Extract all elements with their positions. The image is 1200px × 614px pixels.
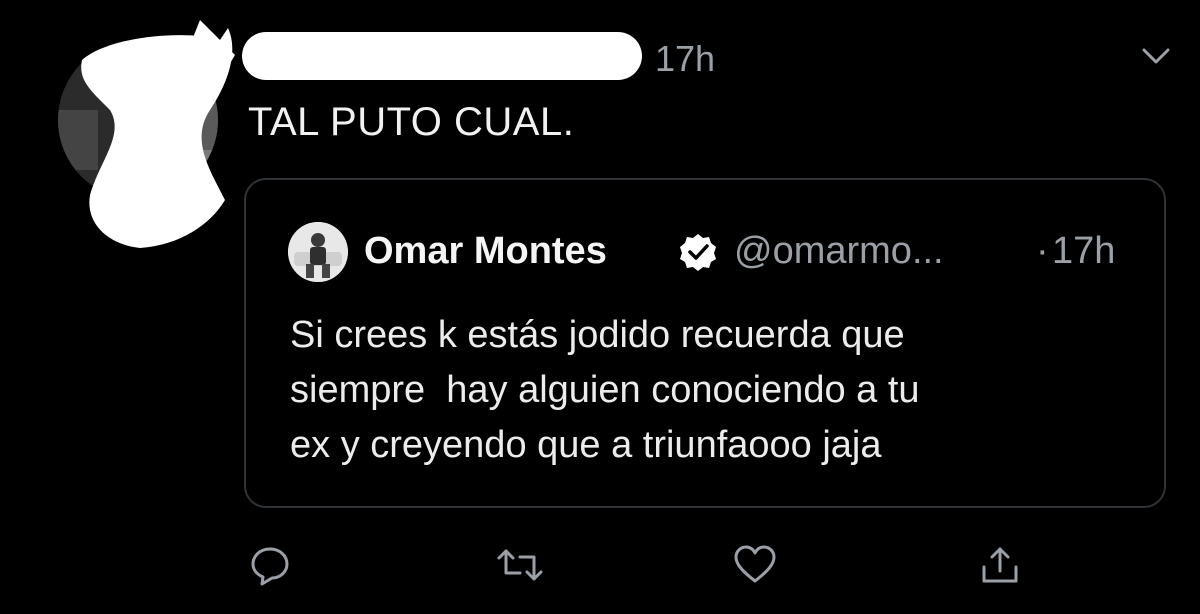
redaction-scribble	[81, 20, 235, 248]
chevron-down-icon[interactable]	[1138, 38, 1174, 79]
quoted-handle[interactable]: @omarmo...	[734, 230, 944, 273]
redaction-bar	[242, 32, 642, 80]
tweet-time[interactable]: 17h	[655, 38, 715, 80]
tweet-text: TAL PUTO CUAL.	[248, 100, 575, 144]
quoted-avatar[interactable]	[288, 222, 348, 282]
quoted-author-name[interactable]: Omar Montes	[364, 230, 607, 273]
separator-dot: ·	[1036, 230, 1049, 272]
heart-icon[interactable]	[730, 540, 780, 590]
quoted-avatar-photo	[288, 222, 348, 282]
quoted-time[interactable]: 17h	[1052, 230, 1115, 273]
reply-icon[interactable]	[245, 540, 295, 590]
quoted-text-line: siempre hay alguien conociendo a tu	[290, 369, 920, 411]
quoted-tweet[interactable]: Omar Montes @omarmo... · 17h Si crees k …	[244, 178, 1166, 508]
quoted-text-line: ex y creyendo que a triunfaooo jaja	[290, 424, 882, 466]
share-icon[interactable]	[975, 540, 1025, 590]
retweet-icon[interactable]	[495, 540, 545, 590]
verified-badge-icon	[680, 234, 716, 271]
quoted-text: Si crees k estás jodido recuerda que sie…	[290, 308, 1110, 473]
quoted-text-line: Si crees k estás jodido recuerda que	[290, 314, 905, 356]
tweet[interactable]: CO 17h TAL PUTO CUAL. Omar Montes @omarm…	[0, 0, 1200, 614]
